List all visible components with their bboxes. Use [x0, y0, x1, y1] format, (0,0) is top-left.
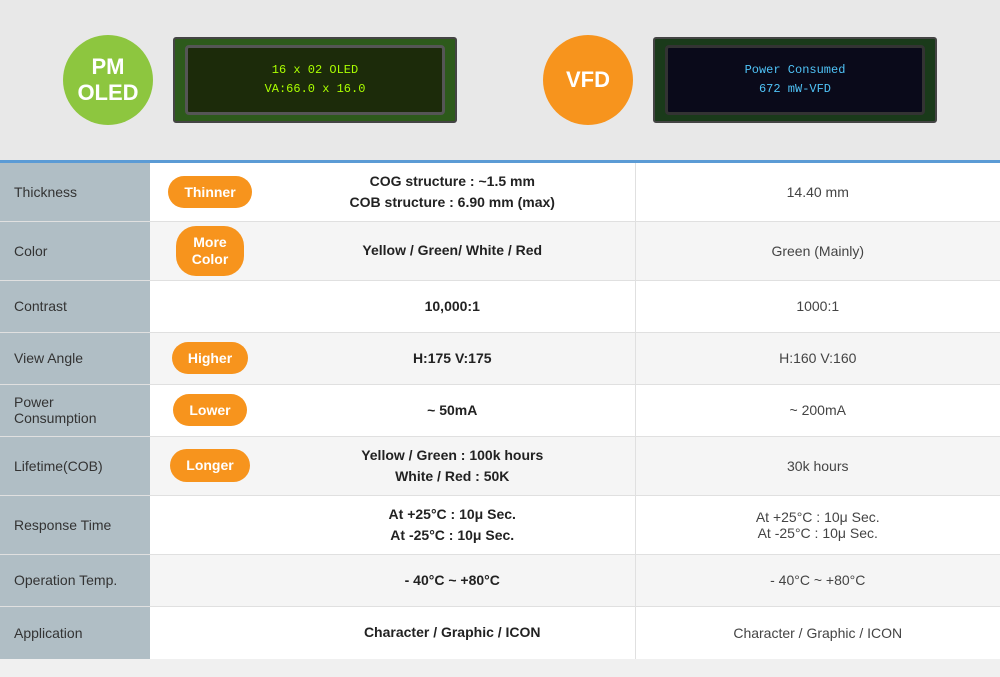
row-label: Response Time: [0, 496, 150, 554]
row-badge-col: More Color: [150, 222, 270, 280]
row-badge-col: [150, 281, 270, 332]
oled-value: H:175 V:175: [270, 333, 636, 384]
vfd-value: Green (Mainly): [636, 222, 1000, 280]
vfd-value: - 40°C ~ +80°C: [636, 555, 1000, 606]
oled-display-board: 16 x 02 OLED VA:66.0 x 16.0: [173, 37, 457, 123]
header-section: PM OLED 16 x 02 OLED VA:66.0 x 16.0 VFD …: [0, 0, 1000, 160]
table-row: View Angle Higher H:175 V:175H:160 V:160: [0, 333, 1000, 385]
table-row: Lifetime(COB) Longer Yellow / Green : 100k…: [0, 437, 1000, 496]
table-row: Power Consumption Lower ~ 50mA~ 200mA: [0, 385, 1000, 437]
oled-value: Yellow / Green/ White / Red: [270, 222, 636, 280]
vfd-value: 1000:1: [636, 281, 1000, 332]
oled-value: ~ 50mA: [270, 385, 636, 436]
row-label: Power Consumption: [0, 385, 150, 436]
vfd-value: 30k hours: [636, 437, 1000, 495]
table-row: Application Character / Graphic / ICONCha…: [0, 607, 1000, 659]
row-label: View Angle: [0, 333, 150, 384]
table-row: Thickness Thinner COG structure : ~1.5 mm …: [0, 163, 1000, 222]
row-label: Color: [0, 222, 150, 280]
row-badge-col: [150, 607, 270, 659]
pm-oled-section: PM OLED 16 x 02 OLED VA:66.0 x 16.0: [63, 35, 457, 125]
oled-value: Yellow / Green : 100k hours White / Red …: [270, 437, 636, 495]
row-badge-col: Higher: [150, 333, 270, 384]
table-row: Contrast 10,000:11000:1: [0, 281, 1000, 333]
row-label: Thickness: [0, 163, 150, 221]
vfd-display: Power Consumed 672 mW-VFD: [665, 45, 925, 115]
oled-display-text: 16 x 02 OLED VA:66.0 x 16.0: [265, 61, 366, 99]
oled-value: At +25°C : 10μ Sec. At -25°C : 10μ Sec.: [270, 496, 636, 554]
comparison-table: Thickness Thinner COG structure : ~1.5 mm …: [0, 163, 1000, 659]
vfd-value: H:160 V:160: [636, 333, 1000, 384]
table-row: Response Time At +25°C : 10μ Sec. At -25°…: [0, 496, 1000, 555]
advantage-badge: Longer: [170, 449, 249, 482]
row-badge-col: [150, 555, 270, 606]
row-badge-col: [150, 496, 270, 554]
table-row: Operation Temp. - 40°C ~ +80°C- 40°C ~ +8…: [0, 555, 1000, 607]
vfd-value: ~ 200mA: [636, 385, 1000, 436]
vfd-display-text: Power Consumed 672 mW-VFD: [745, 61, 846, 99]
vfd-value: 14.40 mm: [636, 163, 1000, 221]
advantage-badge: Thinner: [168, 176, 251, 209]
vfd-display-board: Power Consumed 672 mW-VFD: [653, 37, 937, 123]
table-row: Color More Color Yellow / Green/ White / R…: [0, 222, 1000, 281]
row-label: Application: [0, 607, 150, 659]
row-badge-col: Lower: [150, 385, 270, 436]
advantage-badge: Higher: [172, 342, 248, 375]
row-label: Contrast: [0, 281, 150, 332]
row-label: Lifetime(COB): [0, 437, 150, 495]
oled-value: COG structure : ~1.5 mm COB structure : …: [270, 163, 636, 221]
vfd-badge: VFD: [543, 35, 633, 125]
row-label: Operation Temp.: [0, 555, 150, 606]
advantage-badge: Lower: [173, 394, 246, 427]
vfd-section: VFD Power Consumed 672 mW-VFD: [543, 35, 937, 125]
oled-display: 16 x 02 OLED VA:66.0 x 16.0: [185, 45, 445, 115]
oled-value: - 40°C ~ +80°C: [270, 555, 636, 606]
row-badge-col: Thinner: [150, 163, 270, 221]
advantage-badge: More Color: [176, 226, 245, 276]
vfd-value: At +25°C : 10μ Sec. At -25°C : 10μ Sec.: [636, 496, 1000, 554]
row-badge-col: Longer: [150, 437, 270, 495]
oled-value: 10,000:1: [270, 281, 636, 332]
vfd-value: Character / Graphic / ICON: [636, 607, 1000, 659]
pm-oled-badge: PM OLED: [63, 35, 153, 125]
oled-value: Character / Graphic / ICON: [270, 607, 636, 659]
